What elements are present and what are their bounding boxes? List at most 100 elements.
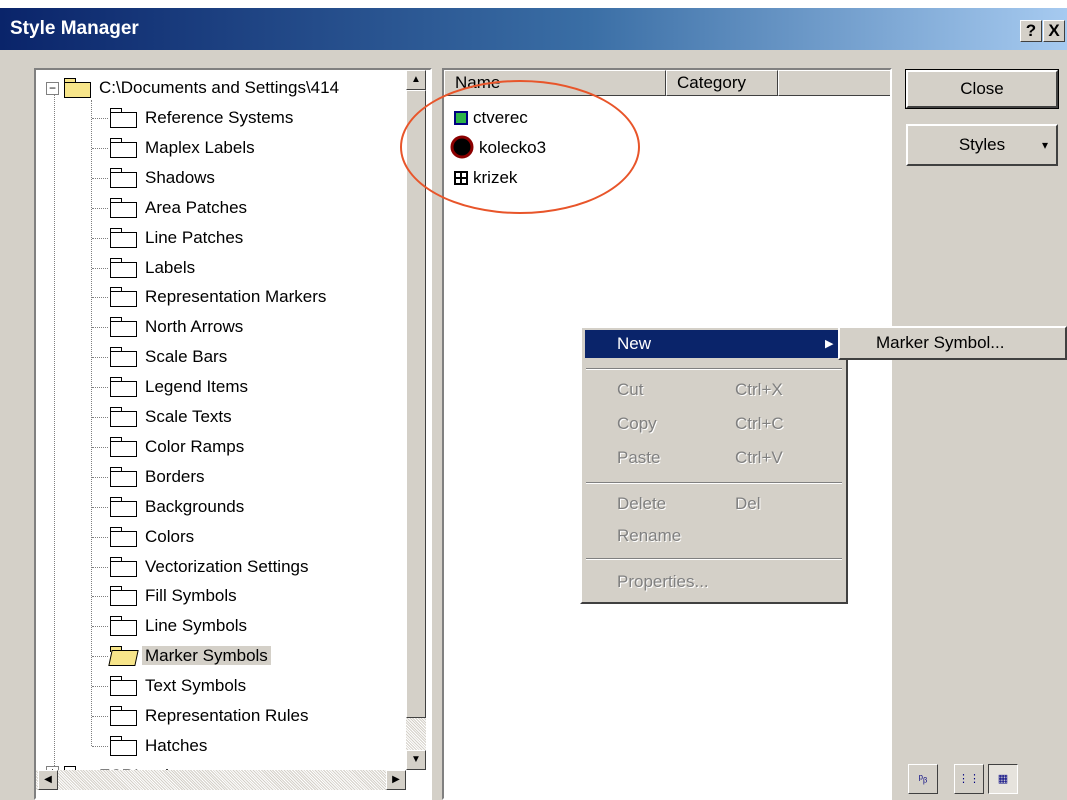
tree-horizontal-scrollbar[interactable] — [36, 770, 406, 790]
tree-item[interactable]: North Arrows — [110, 313, 246, 341]
tree-item[interactable]: Backgrounds — [110, 493, 247, 521]
tree-item[interactable]: Line Symbols — [110, 612, 250, 640]
tree-item-label: Vectorization Settings — [145, 556, 309, 576]
column-header-category[interactable]: Category — [666, 70, 778, 96]
scroll-thumb[interactable] — [406, 90, 426, 718]
style-tree[interactable]: − + C:\Documents and Settings\414 Refere… — [34, 68, 432, 800]
scroll-down-button[interactable]: ▼ — [406, 750, 426, 770]
tree-item-label: Borders — [145, 466, 205, 486]
list-item[interactable]: kolecko3 — [450, 134, 546, 162]
menu-item-delete[interactable]: Delete Del — [585, 490, 843, 518]
close-button[interactable]: Close — [905, 69, 1059, 109]
submenu[interactable]: Marker Symbol... — [838, 326, 1067, 360]
tree-item[interactable]: Line Patches — [110, 224, 246, 252]
menu-separator — [586, 558, 842, 560]
tree-item-label: Line Patches — [145, 227, 244, 247]
collapse-icon[interactable]: − — [46, 82, 59, 95]
tree-item[interactable]: Legend Items — [110, 373, 251, 401]
close-window-button[interactable]: X — [1043, 20, 1065, 42]
tree-item-label: Representation Rules — [145, 706, 309, 725]
tree-item-label: Shadows — [145, 167, 215, 187]
tree-root-node[interactable]: C:\Documents and Settings\414 — [64, 74, 342, 102]
menu-item-copy[interactable]: Copy Ctrl+C — [585, 410, 843, 438]
menu-item-shortcut: Del — [735, 494, 761, 513]
large-icons-view-icon[interactable]: ᵖᵦ — [908, 764, 938, 794]
scroll-up-button[interactable]: ▲ — [406, 70, 426, 90]
folder-icon — [110, 287, 137, 308]
menu-item-new[interactable]: New ▶ — [585, 330, 843, 358]
folder-icon — [110, 227, 137, 248]
folder-icon — [110, 676, 137, 697]
folder-icon — [110, 347, 137, 368]
scroll-right-button[interactable]: ▶ — [386, 770, 406, 790]
tree-item-label: Legend Items — [145, 377, 249, 397]
folder-icon — [110, 407, 137, 427]
folder-open-icon — [110, 646, 136, 664]
list-item[interactable]: krizek — [454, 164, 517, 192]
folder-icon — [110, 257, 137, 278]
tree-item-label: Representation Markers — [145, 287, 327, 307]
list-item-label: ctverec — [473, 108, 528, 127]
tree-item[interactable]: Text Symbols — [110, 672, 249, 700]
green-square-icon — [454, 111, 468, 125]
tree-item[interactable]: Labels — [110, 254, 198, 282]
folder-icon — [110, 586, 137, 607]
tree-item[interactable]: Fill Symbols — [110, 582, 240, 610]
list-item-label: krizek — [473, 168, 518, 187]
menu-item-properties[interactable]: Properties... — [585, 568, 843, 596]
tree-item[interactable]: Colors — [110, 523, 197, 551]
styles-button[interactable]: Styles ▾ — [906, 124, 1058, 166]
details-view-icon[interactable]: ▦ — [988, 764, 1018, 794]
column-header-name[interactable]: Name — [444, 70, 666, 96]
tree-item[interactable]: Vectorization Settings — [110, 553, 311, 581]
column-header-blank[interactable] — [778, 70, 890, 96]
tree-item-label: Text Symbols — [145, 676, 247, 696]
tree-item-label: Reference Systems — [145, 108, 294, 127]
black-circle-icon — [450, 135, 474, 159]
folder-icon — [110, 706, 137, 726]
menu-item-marker-symbol[interactable]: Marker Symbol... — [843, 329, 1063, 357]
menu-item-rename[interactable]: Rename — [585, 522, 843, 550]
list-view-icon[interactable]: ⋮⋮ — [954, 764, 984, 794]
tree-item[interactable]: Hatches — [110, 732, 210, 760]
tree-item[interactable]: Color Ramps — [110, 433, 247, 461]
list-item[interactable]: ctverec — [454, 104, 528, 132]
tree-item[interactable]: Scale Bars — [110, 343, 230, 371]
folder-icon — [110, 108, 137, 128]
tree-item-label: Labels — [145, 257, 196, 277]
menu-item-paste[interactable]: Paste Ctrl+V — [585, 444, 843, 472]
tree-item[interactable]: Borders — [110, 463, 208, 491]
window-title: Style Manager — [10, 18, 139, 39]
help-button[interactable]: ? — [1020, 20, 1042, 42]
tree-item-label: Colors — [145, 526, 195, 546]
tree-item[interactable]: Shadows — [110, 164, 218, 192]
tree-item-label: Marker Symbols — [142, 646, 271, 666]
menu-item-shortcut: Ctrl+V — [735, 448, 783, 467]
menu-item-cut[interactable]: Cut Ctrl+X — [585, 376, 843, 404]
menu-item-label: Paste — [617, 448, 661, 467]
tree-item[interactable]: Scale Texts — [110, 403, 235, 431]
tree-item-label: North Arrows — [145, 317, 244, 337]
scroll-left-button[interactable]: ◀ — [38, 770, 58, 790]
menu-item-new-label: New — [617, 334, 652, 353]
tree-item-label: Scale Bars — [145, 347, 228, 367]
title-bar[interactable]: Style Manager ? X — [0, 0, 1067, 50]
tree-item[interactable]: Representation Rules — [110, 702, 311, 730]
menu-item-shortcut: Ctrl+X — [735, 380, 783, 399]
folder-icon — [110, 496, 137, 517]
context-menu[interactable]: New ▶ Cut Ctrl+X Copy Ctrl+C Paste Ctrl+… — [580, 326, 848, 604]
tree-item[interactable]: Reference Systems — [110, 104, 296, 132]
tree-item[interactable]: Representation Markers — [110, 283, 329, 311]
tree-item[interactable]: Marker Symbols — [110, 642, 271, 670]
folder-icon — [110, 377, 137, 398]
folder-icon — [110, 616, 137, 637]
tree-item[interactable]: Maplex Labels — [110, 134, 258, 162]
tree-item[interactable]: Area Patches — [110, 194, 250, 222]
menu-item-label: Cut — [617, 380, 644, 399]
folder-icon — [110, 197, 137, 218]
folder-icon — [110, 167, 137, 188]
submenu-arrow-icon: ▶ — [825, 338, 834, 350]
folder-icon — [110, 466, 137, 487]
menu-separator — [586, 482, 842, 484]
tree-item-label: Fill Symbols — [145, 586, 237, 606]
